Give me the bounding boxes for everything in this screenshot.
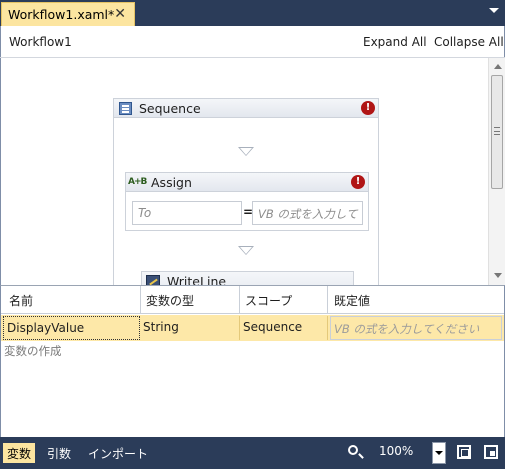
writeline-label: WriteLine (167, 274, 227, 285)
drop-target-arrow-icon[interactable] (238, 246, 254, 255)
scrollbar-thumb[interactable] (491, 75, 503, 189)
create-variable-row[interactable]: 変数の作成 (4, 343, 62, 359)
assign-header[interactable]: A+B Assign ! (126, 173, 368, 192)
designer-bottom-bar: 変数 引数 インポート 100% (0, 437, 505, 469)
variable-type-cell[interactable]: String (140, 316, 240, 340)
sequence-icon (119, 102, 132, 115)
assign-value-field[interactable]: VB の式を入力して (252, 201, 363, 225)
grip-icon (494, 127, 500, 135)
scroll-down-icon[interactable] (494, 273, 502, 278)
table-row[interactable]: DisplayValue String Sequence VB の式を入力してく… (1, 315, 504, 341)
column-header-default[interactable]: 既定値 (334, 292, 370, 309)
zoom-level: 100% (379, 444, 414, 458)
scroll-up-icon[interactable] (494, 64, 502, 69)
breadcrumb[interactable]: Workflow1 (9, 35, 72, 49)
column-divider[interactable] (239, 286, 240, 314)
chevron-down-icon[interactable] (489, 8, 499, 13)
tab-imports[interactable]: インポート (84, 443, 152, 463)
variable-scope-cell[interactable]: Sequence (240, 316, 328, 340)
expand-all-link[interactable]: Expand All (363, 35, 427, 49)
column-header-scope[interactable]: スコープ (245, 292, 292, 309)
tab-title: Workflow1.xaml* (8, 7, 115, 22)
column-header-name[interactable]: 名前 (9, 292, 33, 309)
assign-label: Assign (151, 175, 192, 190)
fit-to-screen-icon[interactable] (457, 445, 471, 459)
drop-target-arrow-icon[interactable] (238, 147, 254, 156)
column-divider[interactable] (140, 286, 141, 314)
document-tab-strip: Workflow1.xaml* ✕ (0, 0, 505, 26)
variable-name-cell[interactable]: DisplayValue (3, 316, 140, 340)
variables-panel: 名前 変数の型 スコープ 既定値 DisplayValue String Seq… (0, 285, 505, 437)
column-divider[interactable] (327, 286, 328, 314)
workflow-canvas[interactable]: Sequence ! A+B Assign ! To = VB の式を入力して … (0, 58, 488, 285)
collapse-all-link[interactable]: Collapse All (434, 35, 504, 49)
sequence-activity[interactable]: Sequence ! A+B Assign ! To = VB の式を入力して … (113, 98, 379, 285)
writeline-activity[interactable]: WriteLine (141, 271, 354, 285)
designer-header: Workflow1 Expand All Collapse All (0, 26, 505, 58)
writeline-icon (146, 275, 160, 285)
tab-workflow1[interactable]: Workflow1.xaml* ✕ (1, 2, 135, 26)
zoom-icon[interactable] (348, 445, 358, 455)
sequence-header[interactable]: Sequence ! (114, 99, 378, 118)
column-header-type[interactable]: 変数の型 (146, 292, 194, 309)
error-icon: ! (351, 175, 365, 189)
variable-default-cell[interactable]: VB の式を入力してください (330, 316, 502, 340)
sequence-label: Sequence (139, 101, 201, 116)
error-icon: ! (361, 101, 375, 115)
tab-variables[interactable]: 変数 (3, 443, 36, 463)
assign-activity[interactable]: A+B Assign ! To = VB の式を入力して (125, 172, 369, 231)
grid-header: 名前 変数の型 スコープ 既定値 (1, 286, 504, 314)
zoom-dropdown-button[interactable] (432, 442, 446, 464)
assign-icon: A+B (128, 177, 147, 187)
assign-to-field[interactable]: To (132, 201, 242, 225)
close-icon[interactable]: ✕ (114, 6, 126, 22)
vertical-scrollbar[interactable] (488, 58, 505, 285)
overview-icon[interactable] (484, 445, 498, 459)
tab-arguments[interactable]: 引数 (43, 443, 75, 463)
